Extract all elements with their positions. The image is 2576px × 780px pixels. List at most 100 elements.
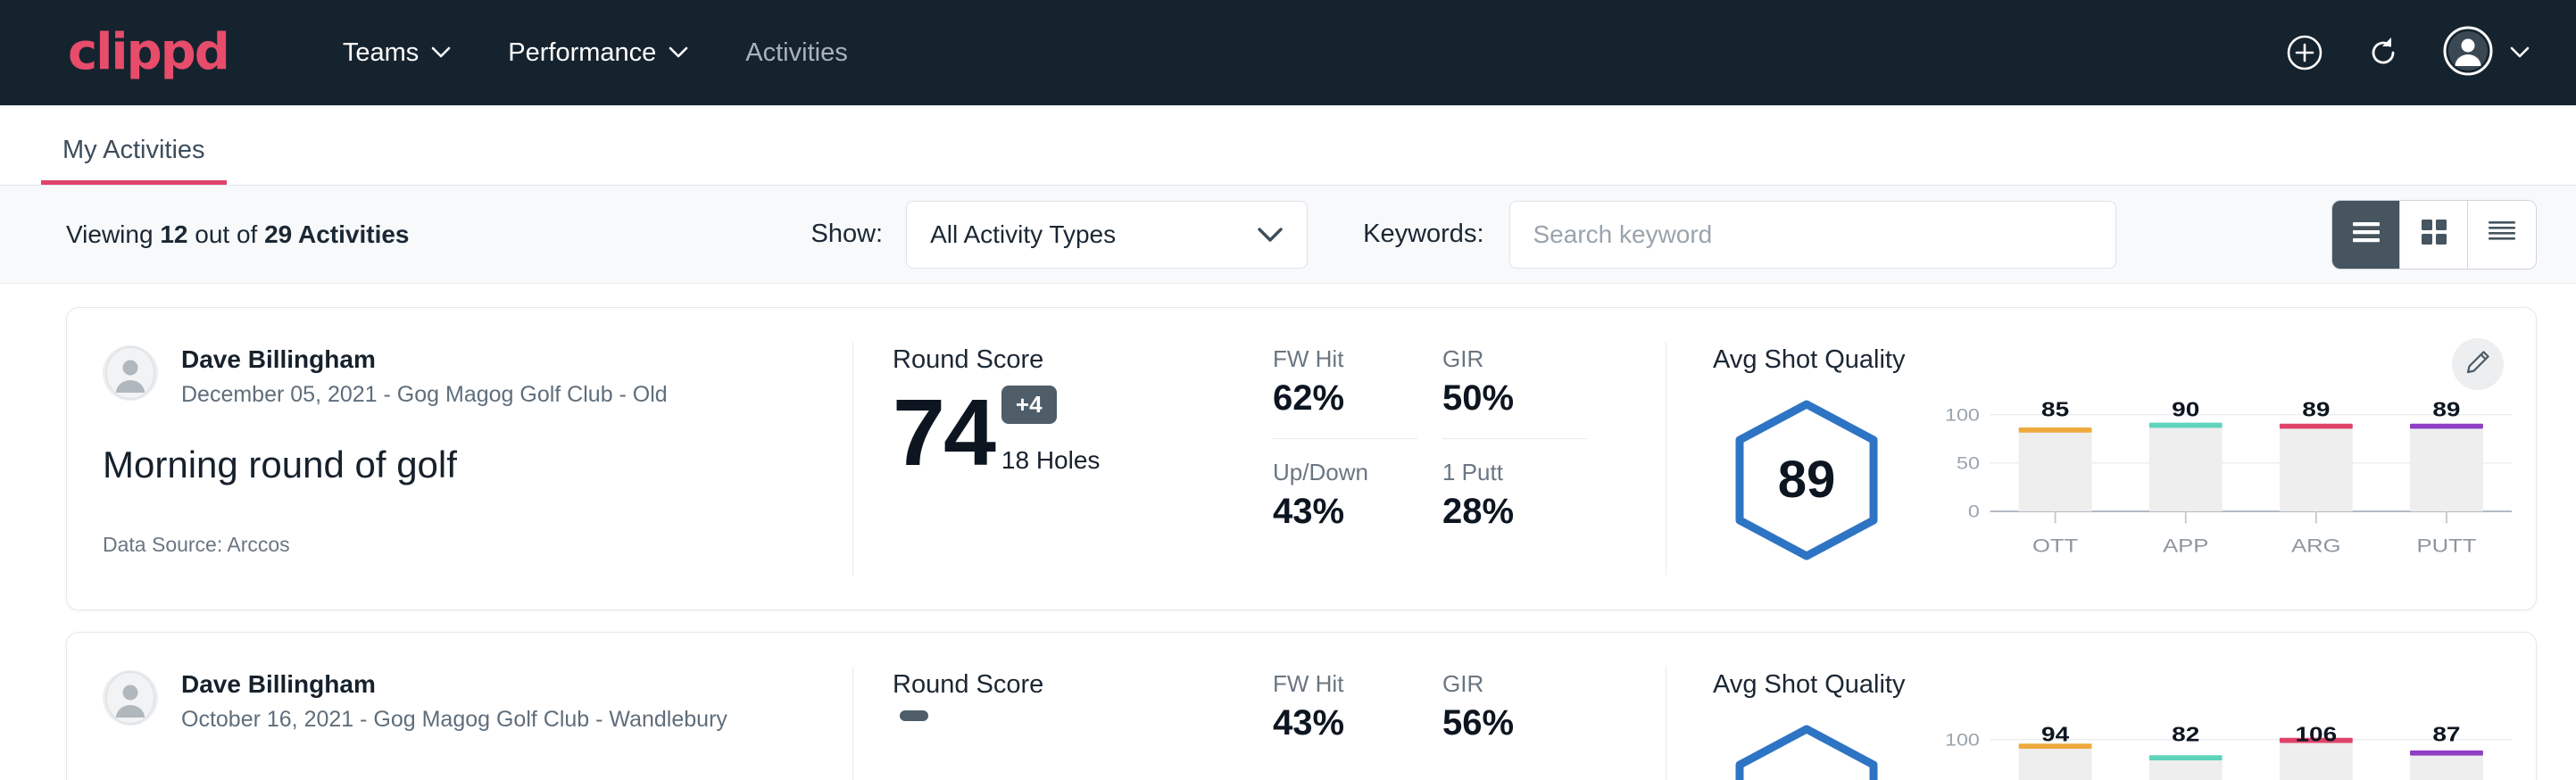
score-to-par-badge — [900, 710, 928, 721]
chevron-down-icon — [669, 46, 688, 59]
list-view-icon — [2348, 218, 2384, 251]
tab-my-activities[interactable]: My Activities — [41, 136, 227, 185]
stat-fw-hit: FW Hit 43% — [1273, 670, 1442, 780]
clippd-logo[interactable]: clippd — [68, 28, 229, 78]
activity-data-source: Data Source: Arccos — [103, 533, 817, 557]
stat-gir-label: GIR — [1442, 345, 1612, 373]
avg-shot-quality-label: Avg Shot Quality — [1713, 345, 2536, 375]
keywords-label: Keywords: — [1363, 220, 1483, 249]
search-input[interactable]: Search keyword — [1509, 201, 2116, 269]
plus-circle-icon[interactable] — [2285, 33, 2324, 72]
activity-meta: December 05, 2021 - Gog Magog Golf Club … — [181, 382, 668, 408]
activity-summary: Dave Billingham December 05, 2021 - Gog … — [67, 308, 852, 610]
shot-quality-bar-chart: 0 50 100 85 OTT 90 APP 89 ARG 89 PUTT — [1936, 393, 2518, 562]
svg-text:106: 106 — [2296, 724, 2338, 746]
avatar — [103, 670, 158, 726]
account-menu[interactable] — [2442, 25, 2530, 81]
quality-score-value — [1731, 722, 1882, 780]
activity-user: Dave Billingham October 16, 2021 - Gog M… — [103, 670, 817, 733]
tab-strip: My Activities — [0, 105, 2576, 186]
svg-text:89: 89 — [2432, 399, 2460, 421]
round-score-label: Round Score — [893, 670, 1273, 700]
round-score-label: Round Score — [893, 345, 1273, 375]
chevron-down-icon — [1257, 220, 1284, 249]
primary-nav: Teams Performance Activities — [314, 38, 877, 68]
svg-text:0: 0 — [1968, 502, 1980, 521]
stats-grid: FW Hit 43% GIR 56% — [1273, 633, 1666, 780]
activity-type-select[interactable]: All Activity Types — [906, 201, 1308, 269]
avatar — [103, 345, 158, 401]
round-score-block: Round Score — [853, 633, 1273, 780]
viewing-count-text: Viewing 12 out of 29 Activities — [66, 220, 410, 249]
stat-fw-hit-value: 43% — [1273, 703, 1442, 743]
activity-user-name: Dave Billingham — [181, 345, 668, 374]
quality-score-hexagon: 89 — [1713, 397, 1900, 563]
pencil-icon — [2464, 349, 2491, 380]
svg-text:100: 100 — [1945, 405, 1980, 424]
edit-activity-button[interactable] — [2452, 338, 2504, 390]
activity-card[interactable]: Dave Billingham December 05, 2021 - Gog … — [66, 307, 2537, 610]
chevron-down-icon — [431, 46, 451, 59]
top-navigation-bar: clippd Teams Performance Activities — [0, 0, 2576, 105]
stat-up-down-label: Up/Down — [1273, 459, 1442, 486]
svg-text:87: 87 — [2432, 724, 2460, 746]
svg-text:82: 82 — [2172, 724, 2199, 746]
avg-shot-quality-block: Avg Shot Quality 89 0 50 100 85 OTT 90 APP 89 AR… — [1666, 308, 2536, 610]
tab-my-activities-label: My Activities — [62, 136, 205, 164]
stat-gir: GIR 56% — [1442, 670, 1612, 780]
shot-quality-chart: 0 50 100 85 OTT 90 APP 89 ARG 89 PUTT — [1900, 393, 2536, 567]
nav-item-activities-label: Activities — [745, 38, 847, 68]
viewing-count: 12 — [160, 220, 187, 248]
filter-bar: Viewing 12 out of 29 Activities Show: Al… — [0, 186, 2576, 284]
stats-grid: FW Hit 62% Up/Down 43% GIR 50% 1 Putt 28… — [1273, 308, 1666, 610]
round-score-value: 74 — [893, 388, 994, 478]
activity-summary: Dave Billingham October 16, 2021 - Gog M… — [67, 633, 852, 780]
activity-meta: October 16, 2021 - Gog Magog Golf Club -… — [181, 707, 727, 733]
search-input-placeholder: Search keyword — [1533, 220, 1713, 249]
nav-item-teams[interactable]: Teams — [314, 38, 479, 68]
view-toggle-list[interactable] — [2332, 201, 2400, 269]
stat-1-putt-value: 28% — [1442, 492, 1612, 532]
stat-fw-hit: FW Hit 62% Up/Down 43% — [1273, 345, 1442, 579]
show-label: Show: — [811, 220, 884, 249]
round-score-block: Round Score 74 +4 18 Holes — [853, 308, 1273, 610]
stat-fw-hit-label: FW Hit — [1273, 345, 1442, 373]
quality-score-value: 89 — [1731, 397, 1882, 563]
view-mode-toggle-group — [2331, 200, 2537, 270]
activity-card-list: Dave Billingham December 05, 2021 - Gog … — [0, 284, 2576, 780]
score-to-par-badge: +4 — [1001, 386, 1057, 424]
svg-text:90: 90 — [2172, 399, 2199, 421]
stat-gir-value: 50% — [1442, 378, 1612, 419]
svg-text:APP: APP — [2163, 535, 2208, 556]
view-toggle-compact[interactable] — [2468, 201, 2536, 269]
stat-gir-value: 56% — [1442, 703, 1612, 743]
divider — [1273, 438, 1417, 439]
account-avatar-icon — [2442, 25, 2494, 81]
viewing-mid: out of — [187, 220, 264, 248]
stat-gir-label: GIR — [1442, 670, 1612, 698]
nav-item-activities[interactable]: Activities — [717, 38, 876, 68]
svg-text:94: 94 — [2041, 724, 2070, 746]
stat-up-down-value: 43% — [1273, 492, 1442, 532]
activity-type-select-value: All Activity Types — [930, 220, 1116, 249]
holes-played: 18 Holes — [1001, 446, 1101, 475]
activity-user-name: Dave Billingham — [181, 670, 727, 699]
activity-card[interactable]: Dave Billingham October 16, 2021 - Gog M… — [66, 632, 2537, 780]
svg-text:PUTT: PUTT — [2417, 535, 2477, 556]
svg-text:50: 50 — [1957, 454, 1980, 473]
viewing-total: 29 Activities — [264, 220, 409, 248]
svg-text:ARG: ARG — [2291, 535, 2340, 556]
chevron-down-icon — [2510, 46, 2530, 59]
shot-quality-chart: 05010094OTT82APP106ARG87PUTT — [1900, 718, 2536, 780]
svg-text:OTT: OTT — [2032, 535, 2078, 556]
view-toggle-grid[interactable] — [2400, 201, 2468, 269]
refresh-icon[interactable] — [2364, 33, 2403, 72]
nav-item-teams-label: Teams — [343, 38, 419, 68]
show-filter-group: Show: All Activity Types — [811, 201, 1309, 269]
stat-fw-hit-value: 62% — [1273, 378, 1442, 419]
svg-text:89: 89 — [2302, 399, 2330, 421]
quality-score-hexagon — [1713, 722, 1900, 780]
grid-view-icon — [2418, 216, 2450, 253]
nav-item-performance[interactable]: Performance — [479, 38, 717, 68]
svg-text:85: 85 — [2041, 399, 2069, 421]
